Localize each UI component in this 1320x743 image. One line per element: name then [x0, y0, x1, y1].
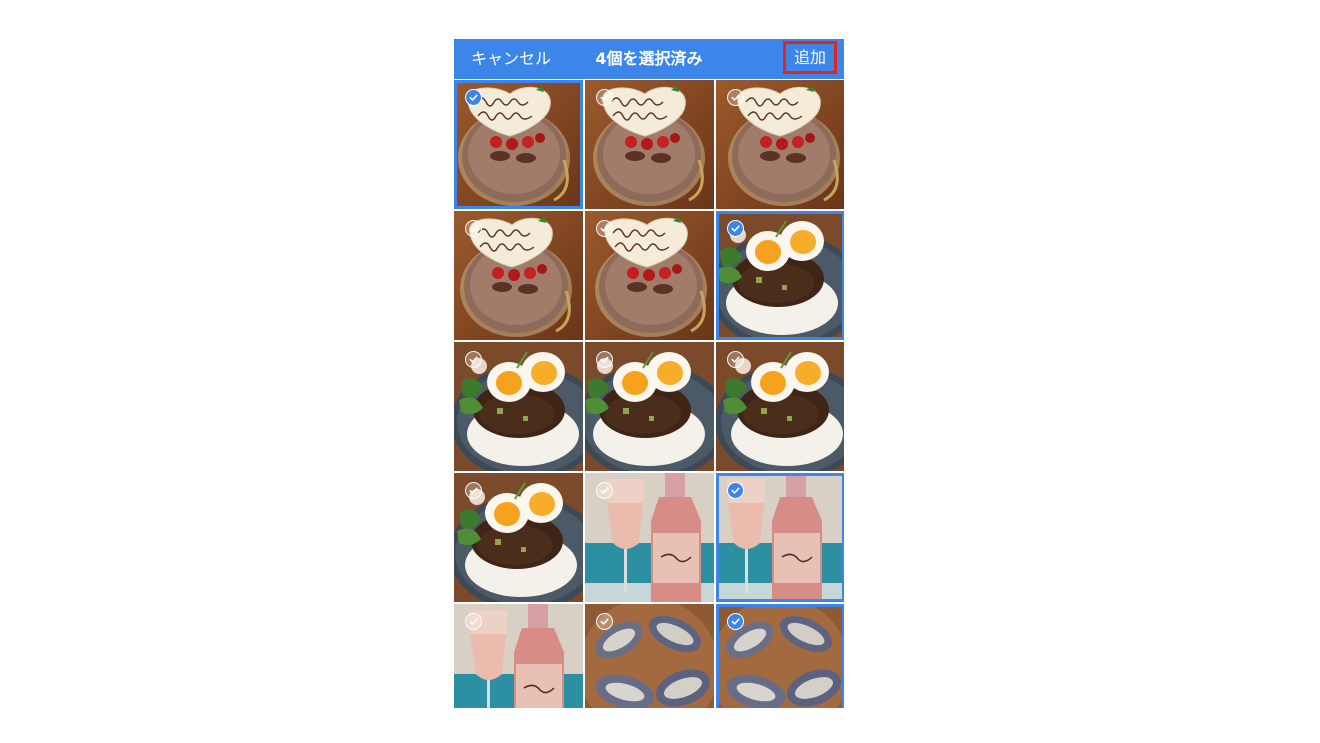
photo-thumbnail-birthday-cake[interactable]: [585, 80, 714, 209]
photo-thumbnail-wine-glass[interactable]: [454, 604, 583, 708]
photo-picker: キャンセル 4個を選択済み 追加: [454, 39, 844, 708]
selected-check-icon[interactable]: [727, 613, 744, 630]
checkmark-icon: [600, 225, 609, 232]
checkmark-icon: [469, 487, 478, 494]
photo-thumbnail-egg-curry[interactable]: [454, 342, 583, 471]
photo-thumbnail-shellfish[interactable]: [585, 604, 714, 708]
checkmark-icon: [731, 487, 740, 494]
checkmark-icon: [731, 356, 740, 363]
checkmark-icon: [600, 94, 609, 101]
photo-thumbnail-egg-curry[interactable]: [716, 211, 844, 340]
unselected-check-icon[interactable]: [596, 89, 613, 106]
unselected-check-icon[interactable]: [465, 482, 482, 499]
checkmark-icon: [469, 225, 478, 232]
unselected-check-icon[interactable]: [596, 613, 613, 630]
unselected-check-icon[interactable]: [727, 89, 744, 106]
add-button[interactable]: 追加: [783, 41, 837, 74]
checkmark-icon: [731, 618, 740, 625]
unselected-check-icon[interactable]: [727, 351, 744, 368]
photo-thumbnail-egg-curry[interactable]: [454, 473, 583, 602]
photo-grid: [454, 80, 844, 708]
photo-thumbnail-egg-curry[interactable]: [585, 342, 714, 471]
unselected-check-icon[interactable]: [465, 351, 482, 368]
checkmark-icon: [731, 94, 740, 101]
selected-check-icon[interactable]: [727, 482, 744, 499]
checkmark-icon: [600, 356, 609, 363]
photo-thumbnail-shellfish[interactable]: [716, 604, 844, 708]
unselected-check-icon[interactable]: [596, 220, 613, 237]
checkmark-icon: [469, 618, 478, 625]
checkmark-icon: [731, 225, 740, 232]
checkmark-icon: [600, 487, 609, 494]
photo-thumbnail-birthday-cake[interactable]: [454, 211, 583, 340]
unselected-check-icon[interactable]: [465, 220, 482, 237]
photo-thumbnail-wine-glass[interactable]: [716, 473, 844, 602]
photo-thumbnail-egg-curry[interactable]: [716, 342, 844, 471]
photo-thumbnail-birthday-cake[interactable]: [585, 211, 714, 340]
navigation-bar: キャンセル 4個を選択済み 追加: [454, 39, 844, 79]
selected-check-icon[interactable]: [727, 220, 744, 237]
photo-thumbnail-wine-glass[interactable]: [585, 473, 714, 602]
checkmark-icon: [600, 618, 609, 625]
unselected-check-icon[interactable]: [465, 613, 482, 630]
selected-check-icon[interactable]: [465, 89, 482, 106]
checkmark-icon: [469, 356, 478, 363]
checkmark-icon: [469, 94, 478, 101]
unselected-check-icon[interactable]: [596, 351, 613, 368]
photo-thumbnail-birthday-cake[interactable]: [454, 80, 583, 209]
unselected-check-icon[interactable]: [596, 482, 613, 499]
photo-thumbnail-birthday-cake[interactable]: [716, 80, 844, 209]
